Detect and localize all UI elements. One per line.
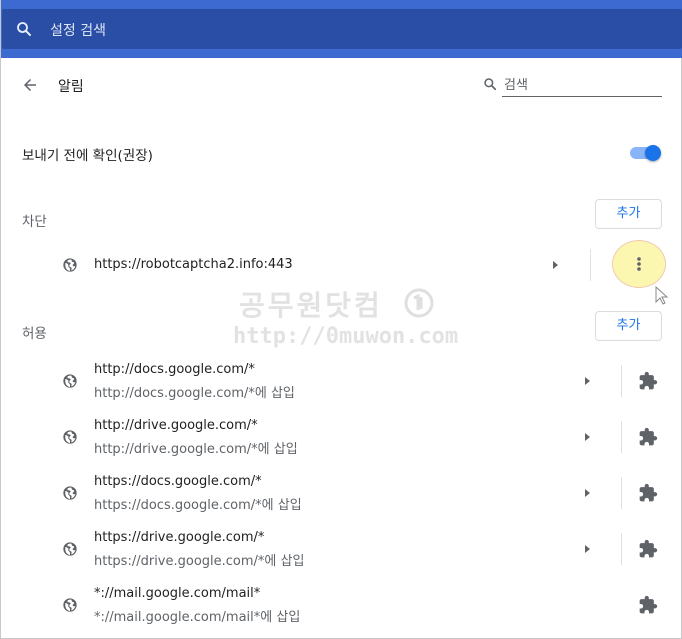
chevron-right-icon[interactable] (582, 488, 592, 498)
allowed-site-url: http://drive.google.com/* (94, 418, 258, 433)
globe-icon (63, 258, 77, 272)
allowed-section-label: 허용 (22, 326, 47, 342)
row-divider (621, 533, 622, 565)
extension-puzzle-icon (639, 595, 658, 614)
allowed-site-note: *://mail.google.com/mail*에 삽입 (94, 610, 301, 625)
extension-puzzle-icon (639, 371, 658, 390)
allowed-site-note: https://drive.google.com/*에 삽입 (94, 554, 305, 569)
row-divider (621, 421, 622, 453)
allowed-site-note: http://drive.google.com/*에 삽입 (94, 442, 298, 457)
arrow-left-icon[interactable] (21, 76, 39, 94)
allowed-site-row[interactable]: https://drive.google.com/* https://drive… (1, 528, 682, 572)
chevron-right-icon[interactable] (582, 544, 592, 554)
allowed-site-url: *://mail.google.com/mail* (94, 586, 261, 601)
chevron-right-icon[interactable] (582, 432, 592, 442)
globe-icon (63, 598, 77, 612)
watermark-logo-icon (404, 288, 434, 318)
allowed-site-note: http://docs.google.com/*에 삽입 (94, 386, 295, 401)
site-search-input[interactable] (502, 75, 662, 97)
allowed-site-url: http://docs.google.com/* (94, 362, 255, 377)
page-title: 알림 (58, 79, 84, 95)
settings-search-bar[interactable]: 설정 검색 (2, 9, 682, 49)
search-icon (17, 22, 31, 36)
row-divider (621, 477, 622, 509)
ask-before-sending-toggle[interactable] (630, 145, 662, 161)
allowed-site-row[interactable]: http://docs.google.com/* http://docs.goo… (1, 360, 682, 404)
toggle-knob (645, 145, 661, 161)
allowed-add-button[interactable]: 추가 (595, 311, 662, 341)
allowed-site-url: https://docs.google.com/* (94, 474, 262, 489)
extension-puzzle-icon (639, 483, 658, 502)
watermark-url: http://0muwon.com (233, 324, 459, 349)
ask-before-sending-label: 보내기 전에 확인(권장) (22, 148, 153, 164)
search-icon (484, 78, 497, 91)
blocked-add-button[interactable]: 추가 (595, 199, 662, 229)
globe-icon (63, 430, 77, 444)
allowed-site-row[interactable]: *://mail.google.com/mail* *://mail.googl… (1, 584, 682, 628)
blocked-section-label: 차단 (22, 214, 47, 230)
mouse-cursor-icon (655, 286, 669, 305)
globe-icon (63, 374, 77, 388)
more-vert-icon[interactable] (631, 255, 647, 273)
extension-puzzle-icon (639, 539, 658, 558)
row-divider (590, 249, 591, 281)
watermark-title: 공무원닷컴 (239, 289, 383, 322)
globe-icon (63, 486, 77, 500)
globe-icon (63, 542, 77, 556)
allowed-site-row[interactable]: http://drive.google.com/* http://drive.g… (1, 416, 682, 460)
settings-search-placeholder[interactable]: 설정 검색 (50, 20, 106, 40)
row-divider (621, 365, 622, 397)
blocked-site-row[interactable]: https://robotcaptcha2.info:443 (1, 249, 682, 281)
chevron-right-icon[interactable] (582, 376, 592, 386)
allowed-site-url: https://drive.google.com/* (94, 530, 265, 545)
allowed-site-row[interactable]: https://docs.google.com/* https://docs.g… (1, 472, 682, 516)
extension-puzzle-icon (639, 427, 658, 446)
chevron-right-icon[interactable] (550, 260, 560, 270)
settings-window: 설정 검색 알림 보내기 전에 확인(권장) 차단 추가 https://rob… (0, 0, 682, 639)
blocked-site-url: https://robotcaptcha2.info:443 (94, 257, 293, 272)
allowed-site-note: https://docs.google.com/*에 삽입 (94, 498, 302, 513)
